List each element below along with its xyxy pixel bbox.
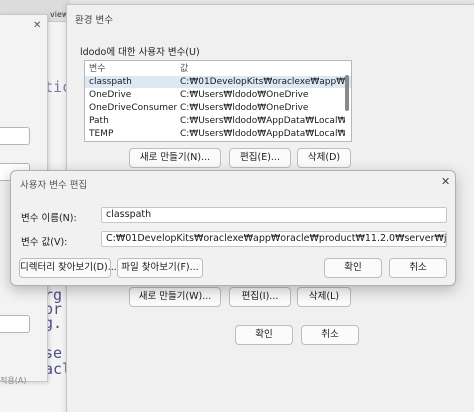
edit-user-variable-button[interactable]: 편집(E)... xyxy=(229,148,291,168)
variable-value-input[interactable]: C:₩01DevelopKits₩oraclexe₩app₩oracle₩pro… xyxy=(101,231,447,247)
variable-value: C:₩Users₩ldodo₩AppData₩Local₩Microsoft..… xyxy=(180,116,345,126)
user-variables-table[interactable]: 변수 값 classpath C:₩01DevelopKits₩oraclexe… xyxy=(84,60,352,142)
dialog-ok-button[interactable]: 확인 xyxy=(324,258,382,278)
variable-value: C:₩Users₩ldodo₩AppData₩Local₩Temp xyxy=(180,129,345,139)
new-system-variable-button[interactable]: 새로 만들기(W)... xyxy=(129,287,221,307)
variable-name: OneDriveConsumer xyxy=(89,103,178,113)
close-icon[interactable]: ✕ xyxy=(33,20,41,31)
dialog-title: 사용자 변수 편집 xyxy=(20,180,88,191)
edit-system-variable-button[interactable]: 편집(I)... xyxy=(229,287,291,307)
background-button[interactable] xyxy=(0,127,30,145)
table-header: 변수 값 xyxy=(85,63,351,75)
variable-name: TEMP xyxy=(89,129,114,139)
window-title: 환경 변수 xyxy=(75,15,113,26)
table-row[interactable]: TEMP C:₩Users₩ldodo₩AppData₩Local₩Temp xyxy=(85,128,351,140)
user-variables-label: ldodo에 대한 사용자 변수(U) xyxy=(80,47,200,58)
table-scrollbar[interactable] xyxy=(345,75,349,111)
column-header-value: 값 xyxy=(180,64,189,74)
variable-value: C:₩01DevelopKits₩oraclexe₩app₩oracle₩pr xyxy=(180,77,345,87)
edit-user-variable-dialog: 사용자 변수 편집 ✕ 변수 이름(N): classpath 변수 값(V):… xyxy=(10,170,456,286)
variable-name: classpath xyxy=(89,77,132,87)
delete-system-variable-button[interactable]: 삭제(L) xyxy=(297,287,351,307)
delete-user-variable-button[interactable]: 삭제(D) xyxy=(297,148,351,168)
column-header-name: 변수 xyxy=(89,64,106,74)
new-user-variable-button[interactable]: 새로 만들기(N)... xyxy=(129,148,221,168)
dialog-cancel-button[interactable]: 취소 xyxy=(389,258,447,278)
browse-directory-button[interactable]: 디렉터리 찾아보기(D)... xyxy=(19,258,117,278)
variable-name-label: 변수 이름(N): xyxy=(21,213,77,224)
apply-button[interactable]: 적용(A) xyxy=(0,375,26,386)
close-icon[interactable]: ✕ xyxy=(441,175,450,188)
browse-file-button[interactable]: 파일 찾아보기(F)... xyxy=(117,258,203,278)
variable-name: Path xyxy=(89,116,109,126)
variable-name-input[interactable]: classpath xyxy=(101,207,447,223)
table-row[interactable]: classpath C:₩01DevelopKits₩oraclexe₩app₩… xyxy=(85,76,351,88)
variable-value-label: 변수 값(V): xyxy=(21,237,68,248)
background-button[interactable] xyxy=(0,315,30,333)
variable-value: C:₩Users₩ldodo₩OneDrive xyxy=(180,90,309,100)
cancel-button[interactable]: 취소 xyxy=(301,325,359,345)
table-row[interactable]: OneDriveConsumer C:₩Users₩ldodo₩OneDrive xyxy=(85,102,351,114)
table-row[interactable]: Path C:₩Users₩ldodo₩AppData₩Local₩Micros… xyxy=(85,115,351,127)
variable-name: OneDrive xyxy=(89,90,132,100)
table-row[interactable]: OneDrive C:₩Users₩ldodo₩OneDrive xyxy=(85,89,351,101)
variable-value: C:₩Users₩ldodo₩OneDrive xyxy=(180,103,309,113)
ok-button[interactable]: 확인 xyxy=(235,325,293,345)
